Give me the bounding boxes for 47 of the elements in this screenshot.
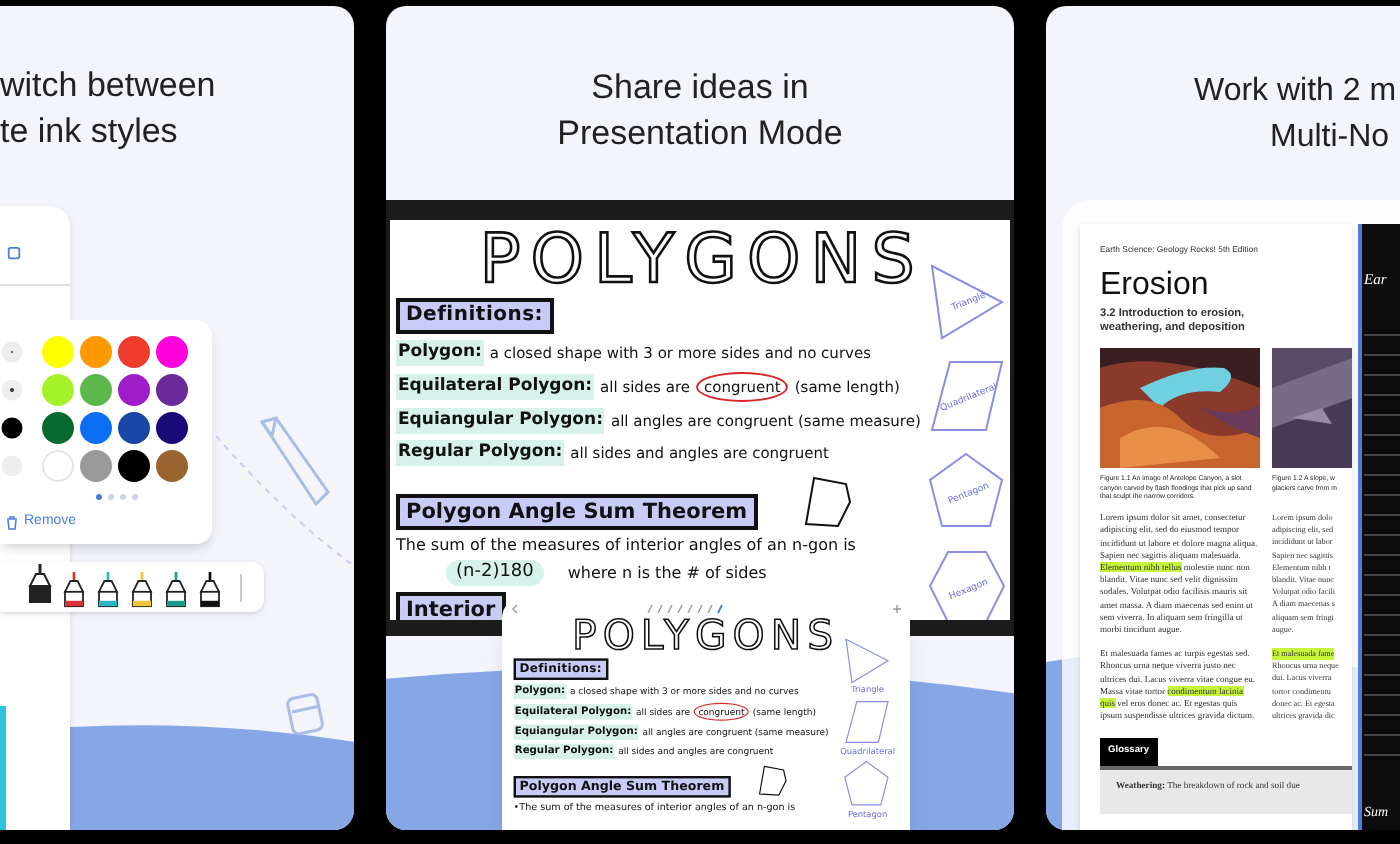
- color-swatch[interactable]: [118, 412, 150, 444]
- color-swatch[interactable]: [118, 450, 150, 482]
- marker-pen-icon[interactable]: [130, 572, 154, 608]
- formula: (n-2)180: [446, 560, 544, 586]
- color-swatch[interactable]: [156, 412, 188, 444]
- ink-stroke: [0, 706, 6, 830]
- eraser-icon: [286, 692, 326, 736]
- marker-pen-icon[interactable]: [96, 572, 120, 608]
- color-swatch[interactable]: [42, 450, 74, 482]
- board-title: POLYGONS: [572, 614, 840, 659]
- copy-icon: [6, 246, 22, 261]
- color-swatch[interactable]: [156, 374, 188, 406]
- shape-outline: [930, 361, 1004, 431]
- board-title: POLYGONS: [479, 224, 925, 298]
- marker-pen-icon[interactable]: [28, 562, 52, 606]
- add-icon[interactable]: [892, 604, 902, 614]
- color-swatch[interactable]: [118, 336, 150, 368]
- color-swatch[interactable]: [80, 374, 112, 406]
- thickness-icon[interactable]: [0, 412, 24, 444]
- section-heading: Definitions:: [396, 298, 554, 334]
- marker-pen-icon[interactable]: [164, 572, 188, 608]
- section-heading: Polygon Angle Sum Theorem: [396, 494, 758, 530]
- panel-heading: Share ideas in Presentation Mode: [555, 66, 845, 156]
- shape-outline: [930, 264, 1005, 340]
- theorem-text: where n is the # of sides: [567, 561, 767, 585]
- pencil-icon: [256, 416, 332, 508]
- panel-heading: Work with 2 m Multi-No: [1192, 72, 1399, 158]
- color-swatch[interactable]: [118, 374, 150, 406]
- color-swatch[interactable]: [156, 450, 188, 482]
- color-swatch[interactable]: [80, 412, 112, 444]
- shape-outline: [928, 551, 1006, 620]
- marker-pen-icon[interactable]: [198, 572, 222, 608]
- back-icon[interactable]: [510, 604, 520, 614]
- panel-heading: witch between te ink styles: [0, 64, 218, 154]
- color-swatch[interactable]: [42, 336, 74, 368]
- theorem-text: The sum of the measures of interior angles of an n-gon is: [396, 534, 858, 558]
- pen-tools-icon[interactable]: [646, 604, 726, 614]
- marker-pen-icon[interactable]: [62, 572, 86, 608]
- section-heading: Interior: [396, 592, 506, 620]
- color-swatch[interactable]: [80, 450, 112, 482]
- color-swatch[interactable]: [42, 412, 74, 444]
- color-swatch[interactable]: [80, 336, 112, 368]
- shape-outline: [928, 452, 1004, 527]
- chapter-title: Erosion: [1100, 268, 1211, 305]
- color-swatch[interactable]: [156, 336, 188, 368]
- color-swatch[interactable]: [42, 374, 74, 406]
- trash-icon: [6, 515, 18, 530]
